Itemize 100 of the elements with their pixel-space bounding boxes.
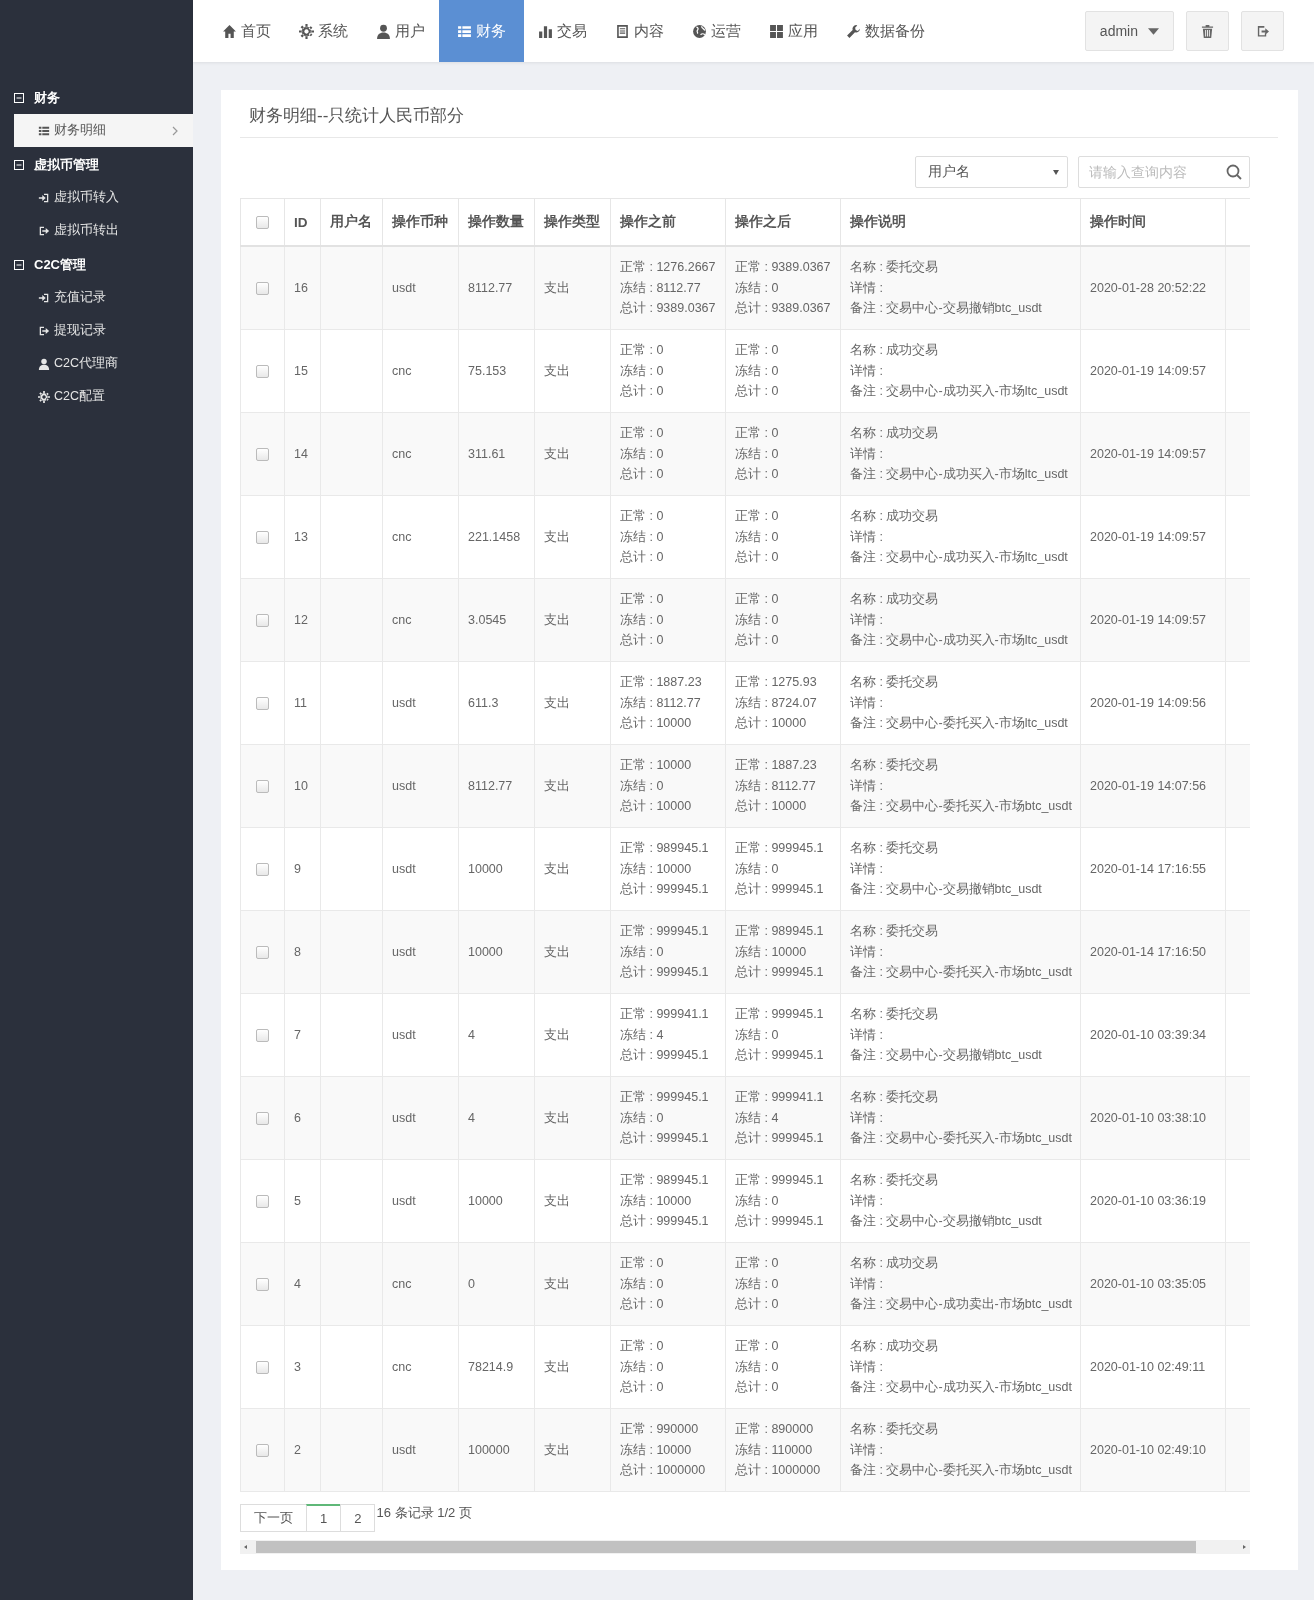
nav-tab[interactable]: 内容 — [601, 0, 678, 62]
nav-tab[interactable]: 运营 — [678, 0, 755, 62]
globe-icon — [692, 23, 707, 39]
row-checkbox[interactable] — [256, 1278, 269, 1292]
horizontal-scrollbar[interactable] — [240, 1540, 1250, 1554]
table-cell: 10000 — [458, 910, 535, 994]
grid-icon — [769, 23, 784, 39]
user-menu-button[interactable]: admin — [1084, 11, 1174, 51]
document-icon — [615, 23, 630, 39]
balance-line: 总计 : 0 — [735, 632, 780, 650]
table-cell: 支出 — [534, 661, 611, 745]
balance-line: 冻结 : 0 — [735, 1026, 780, 1044]
table-cell: usdt — [382, 246, 459, 330]
next-page-button[interactable]: 下一页 — [240, 1504, 307, 1532]
page-button[interactable]: 1 — [306, 1504, 342, 1532]
table-cell: usdt — [382, 1076, 459, 1160]
row-checkbox[interactable] — [256, 614, 269, 628]
row-checkbox[interactable] — [256, 780, 269, 794]
description-line: 备注 : 交易中心-交易撤销btc_usdt — [850, 1213, 1043, 1231]
balance-line: 正常 : 1887.23 — [735, 757, 818, 775]
table-cell: 78214.9 — [458, 1325, 535, 1409]
row-checkbox[interactable] — [256, 531, 269, 545]
logout-button[interactable] — [1241, 11, 1284, 51]
sign-in-icon — [38, 191, 50, 204]
balance-line: 正常 : 999945.1 — [735, 1006, 825, 1024]
table-cell: 15 — [284, 329, 321, 413]
sidebar-item[interactable]: 充值记录 — [14, 281, 193, 314]
description-line: 名称 : 委托交易 — [850, 757, 940, 775]
nav-tab[interactable]: 交易 — [524, 0, 601, 62]
balance-line: 总计 : 999945.1 — [620, 1130, 710, 1148]
table-cell: 支出 — [534, 1076, 611, 1160]
delete-button[interactable] — [1186, 11, 1229, 51]
description-line: 详情 : — [850, 528, 884, 546]
row-checkbox[interactable] — [256, 1112, 269, 1126]
row-checkbox[interactable] — [256, 365, 269, 379]
nav-tab[interactable]: 数据备份 — [832, 0, 939, 62]
balance-line: 总计 : 10000 — [735, 715, 808, 733]
table-cell: 支出 — [534, 744, 611, 828]
balance-line: 总计 : 0 — [620, 383, 665, 401]
balance-line: 正常 : 10000 — [620, 757, 693, 775]
nav-tab[interactable]: 应用 — [755, 0, 832, 62]
table-cell: 3.0545 — [458, 578, 535, 662]
nav-tab[interactable]: 系统 — [285, 0, 362, 62]
table-cell: 2020-01-19 14:09:57 — [1080, 495, 1226, 579]
balance-line: 正常 : 1275.93 — [735, 674, 818, 692]
sidebar-item[interactable]: C2C配置 — [14, 380, 193, 413]
row-checkbox[interactable] — [256, 448, 269, 462]
balance-line: 冻结 : 0 — [620, 362, 665, 380]
balance-line: 总计 : 999945.1 — [735, 881, 825, 899]
sidebar-item[interactable]: C2C代理商 — [14, 347, 193, 380]
table-cell: 2020-01-14 17:16:50 — [1080, 910, 1226, 994]
sidebar-item[interactable]: 财务明细 — [14, 114, 193, 147]
balance-line: 正常 : 1276.2667 — [620, 259, 716, 277]
balance-line: 总计 : 0 — [735, 466, 780, 484]
table-cell: 支出 — [534, 1325, 611, 1409]
table-cell: 2 — [284, 1408, 321, 1492]
description-line: 详情 : — [850, 860, 884, 878]
description-line: 备注 : 交易中心-交易撤销btc_usdt — [850, 881, 1043, 899]
balance-line: 冻结 : 0 — [620, 943, 665, 961]
row-checkbox[interactable] — [256, 1361, 269, 1375]
balance-line: 总计 : 0 — [620, 1296, 665, 1314]
filter-select[interactable]: 用户名 — [915, 156, 1068, 188]
collapse-icon[interactable] — [14, 93, 24, 103]
table-cell: cnc — [382, 578, 459, 662]
sidebar-item[interactable]: 虚拟币转出 — [14, 214, 193, 247]
search-field[interactable]: 请输入查询内容 — [1078, 156, 1250, 188]
balance-line: 正常 : 0 — [620, 342, 665, 360]
balance-line: 正常 : 0 — [620, 508, 665, 526]
description-line: 备注 : 交易中心-委托买入-市场ltc_usdt — [850, 715, 1069, 733]
description-line: 备注 : 交易中心-委托买入-市场btc_usdt — [850, 1462, 1071, 1480]
sidebar-item[interactable]: 提现记录 — [14, 314, 193, 347]
page-button[interactable]: 2 — [340, 1504, 376, 1532]
table-cell: usdt — [382, 744, 459, 828]
balance-line: 冻结 : 8112.77 — [735, 777, 817, 795]
row-checkbox[interactable] — [256, 697, 269, 711]
description-line: 名称 : 委托交易 — [850, 674, 940, 692]
description-line: 备注 : 交易中心-成功买入-市场ltc_usdt — [850, 632, 1069, 650]
description-line: 名称 : 成功交易 — [850, 342, 940, 360]
balance-line: 正常 : 999945.1 — [735, 1172, 825, 1190]
balance-line: 正常 : 0 — [620, 591, 665, 609]
description-line: 详情 : — [850, 1192, 884, 1210]
row-checkbox[interactable] — [256, 863, 269, 877]
collapse-icon[interactable] — [14, 160, 24, 170]
nav-tab[interactable]: 首页 — [208, 0, 285, 62]
balance-line: 总计 : 0 — [735, 1379, 780, 1397]
row-checkbox[interactable] — [256, 282, 269, 296]
row-checkbox[interactable] — [256, 1195, 269, 1209]
description-line: 名称 : 成功交易 — [850, 508, 940, 526]
balance-line: 冻结 : 0 — [620, 1109, 665, 1127]
balance-line: 正常 : 999945.1 — [620, 1089, 710, 1107]
row-checkbox[interactable] — [256, 1444, 269, 1458]
balance-line: 总计 : 10000 — [620, 715, 693, 733]
balance-line: 冻结 : 8112.77 — [620, 694, 702, 712]
row-checkbox[interactable] — [256, 1029, 269, 1043]
collapse-icon[interactable] — [14, 260, 24, 270]
nav-tab[interactable]: 用户 — [362, 0, 439, 62]
sidebar-item[interactable]: 虚拟币转入 — [14, 181, 193, 214]
row-checkbox[interactable] — [256, 946, 269, 960]
table-cell: 2020-01-10 03:35:05 — [1080, 1242, 1226, 1326]
select-all-checkbox[interactable] — [256, 216, 269, 230]
